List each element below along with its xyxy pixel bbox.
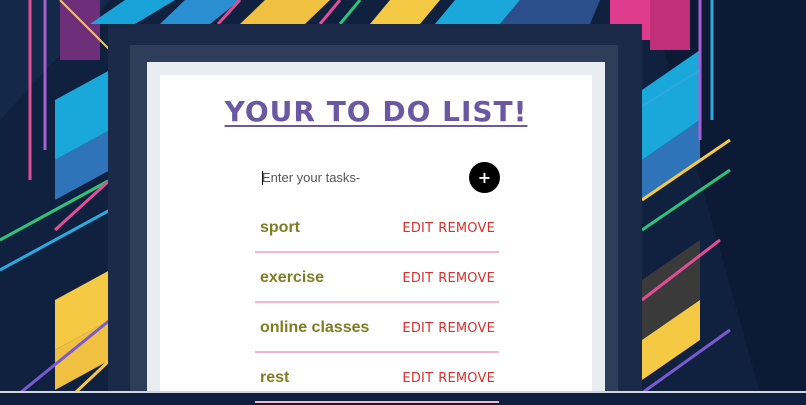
edit-button[interactable]: EDIT [402, 271, 433, 286]
task-name: rest [260, 369, 290, 386]
task-actions: EDIT REMOVE [402, 221, 495, 236]
task-actions: EDIT REMOVE [402, 271, 495, 286]
edit-button[interactable]: EDIT [402, 321, 433, 336]
remove-button[interactable]: REMOVE [438, 221, 495, 236]
task-name: sport [260, 219, 300, 236]
task-actions: EDIT REMOVE [402, 321, 495, 336]
edit-button[interactable]: EDIT [402, 371, 433, 386]
list-item: sport EDIT REMOVE [255, 205, 499, 253]
list-item: exercise EDIT REMOVE [255, 255, 499, 303]
list-item: online classes EDIT REMOVE [255, 305, 499, 353]
list-item: rest EDIT REMOVE [255, 355, 499, 403]
add-task-button[interactable]: + [469, 162, 500, 193]
remove-button[interactable]: REMOVE [438, 371, 495, 386]
text-caret [262, 171, 263, 185]
task-list: sport EDIT REMOVE exercise EDIT REMOVE o… [255, 205, 499, 405]
task-name: exercise [260, 269, 325, 286]
task-input[interactable] [260, 163, 462, 191]
edit-button[interactable]: EDIT [402, 221, 433, 236]
remove-button[interactable]: REMOVE [438, 321, 495, 336]
remove-button[interactable]: REMOVE [438, 271, 495, 286]
task-name: online classes [260, 319, 370, 336]
task-actions: EDIT REMOVE [402, 371, 495, 386]
todo-panel: YOUR TO DO LIST! + sport EDIT REMOVE exe… [160, 75, 592, 403]
page-title: YOUR TO DO LIST! [224, 95, 528, 128]
